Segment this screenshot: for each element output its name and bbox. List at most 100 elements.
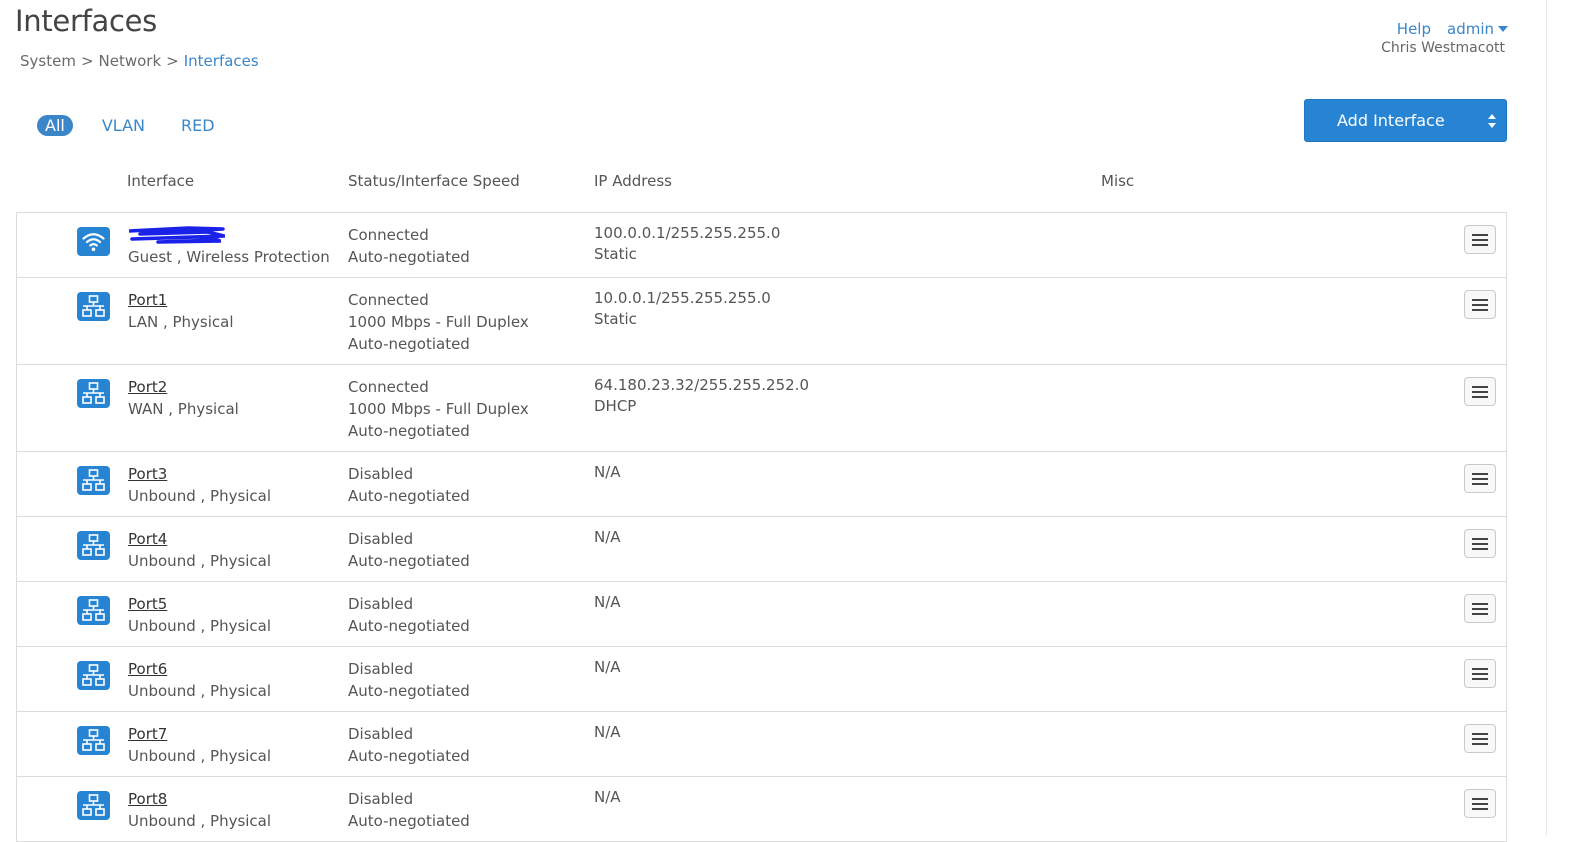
hamburger-icon xyxy=(1472,668,1488,670)
hamburger-icon-bar xyxy=(1472,244,1488,246)
hamburger-icon xyxy=(1472,386,1488,388)
interface-cell: Port1 LAN , Physical xyxy=(128,289,234,333)
network-icon xyxy=(77,292,110,321)
hamburger-icon-bar xyxy=(1472,738,1488,740)
status-cell: Disabled Auto-negotiated xyxy=(348,658,470,702)
row-menu-button[interactable] xyxy=(1464,290,1496,319)
hamburger-icon-bar xyxy=(1472,803,1488,805)
breadcrumb-interfaces[interactable]: Interfaces xyxy=(184,52,259,70)
admin-menu[interactable]: admin xyxy=(1447,20,1508,38)
hamburger-icon-bar xyxy=(1472,543,1488,545)
ip-line: 64.180.23.32/255.255.252.0 xyxy=(594,376,809,394)
table-row: Guest , Wireless Protection Connected Auto… xyxy=(17,213,1506,278)
column-header-ip[interactable]: IP Address xyxy=(594,172,672,190)
admin-menu-label: admin xyxy=(1447,20,1494,38)
interface-cell: Port3 Unbound , Physical xyxy=(128,463,271,507)
interface-detail: Unbound , Physical xyxy=(128,487,272,505)
ip-line: Static xyxy=(594,310,637,328)
filter-tab-vlan[interactable]: VLAN xyxy=(102,116,145,135)
interface-name-link[interactable]: Port3 xyxy=(128,463,271,485)
hamburger-icon-bar xyxy=(1472,478,1488,480)
filter-tab-red[interactable]: RED xyxy=(181,116,215,135)
caret-down-icon xyxy=(1498,26,1508,32)
ip-line: 100.0.0.1/255.255.255.0 xyxy=(594,224,781,242)
breadcrumb-network[interactable]: Network xyxy=(99,52,162,70)
interface-name-link[interactable]: Port6 xyxy=(128,658,271,680)
interface-cell: Port8 Unbound , Physical xyxy=(128,788,271,832)
row-menu-button[interactable] xyxy=(1464,464,1496,493)
help-link[interactable]: Help xyxy=(1397,20,1431,38)
status-line: Disabled xyxy=(348,725,414,743)
ip-cell: N/A xyxy=(594,527,621,548)
hamburger-icon-bar xyxy=(1472,678,1488,680)
network-icon xyxy=(77,596,110,625)
row-menu-button[interactable] xyxy=(1464,659,1496,688)
status-line: Auto-negotiated xyxy=(348,617,470,635)
hamburger-icon xyxy=(1472,798,1488,800)
interface-name-link[interactable]: Port7 xyxy=(128,723,271,745)
ip-line: N/A xyxy=(594,658,621,676)
redacted-interface-name[interactable] xyxy=(128,226,225,244)
ip-cell: 10.0.0.1/255.255.255.0 Static xyxy=(594,288,771,330)
table-row: Port3 Unbound , Physical Disabled Auto-nego… xyxy=(17,452,1506,517)
interface-name-link[interactable]: Port1 xyxy=(128,289,234,311)
top-right-menu: Help admin Chris Westmacott xyxy=(1381,20,1508,56)
ip-line: N/A xyxy=(594,528,621,546)
scrollbar-track[interactable] xyxy=(1546,0,1547,836)
table-row: Port4 Unbound , Physical Disabled Auto-nego… xyxy=(17,517,1506,582)
interface-cell: Port4 Unbound , Physical xyxy=(128,528,271,572)
status-cell: Disabled Auto-negotiated xyxy=(348,723,470,767)
hamburger-icon xyxy=(1472,538,1488,540)
status-line: Auto-negotiated xyxy=(348,248,470,266)
table-row: Port8 Unbound , Physical Disabled Auto-nego… xyxy=(17,777,1506,842)
status-line: Disabled xyxy=(348,790,414,808)
interface-name-link[interactable]: Port4 xyxy=(128,528,271,550)
hamburger-icon-bar xyxy=(1472,613,1488,615)
table-row: Port1 LAN , Physical Connected 1000 Mbps - … xyxy=(17,278,1506,365)
status-line: Connected xyxy=(348,378,429,396)
ip-line: N/A xyxy=(594,723,621,741)
user-name: Chris Westmacott xyxy=(1381,40,1505,56)
interface-name-link[interactable]: Port5 xyxy=(128,593,271,615)
interface-cell: Port2 WAN , Physical xyxy=(128,376,239,420)
wifi-icon xyxy=(77,227,110,256)
interface-name-link[interactable]: Port8 xyxy=(128,788,271,810)
row-menu-button[interactable] xyxy=(1464,724,1496,753)
table-row: Port5 Unbound , Physical Disabled Auto-nego… xyxy=(17,582,1506,647)
status-line: Auto-negotiated xyxy=(348,552,470,570)
column-header-status[interactable]: Status/Interface Speed xyxy=(348,172,520,190)
hamburger-icon-bar xyxy=(1472,391,1488,393)
hamburger-icon-bar xyxy=(1472,608,1488,610)
column-header-interface[interactable]: Interface xyxy=(127,172,194,190)
interface-name-link[interactable]: Port2 xyxy=(128,376,239,398)
network-icon xyxy=(77,726,110,755)
row-menu-button[interactable] xyxy=(1464,594,1496,623)
hamburger-icon xyxy=(1472,473,1488,475)
breadcrumb-separator: > xyxy=(166,52,179,70)
network-icon xyxy=(77,791,110,820)
hamburger-icon xyxy=(1472,603,1488,605)
ip-cell: 64.180.23.32/255.255.252.0 DHCP xyxy=(594,375,809,417)
row-menu-button[interactable] xyxy=(1464,789,1496,818)
status-line: Connected xyxy=(348,226,429,244)
breadcrumb-system[interactable]: System xyxy=(20,52,76,70)
status-cell: Connected 1000 Mbps - Full Duplex Auto-neg… xyxy=(348,376,529,442)
hamburger-icon-bar xyxy=(1472,483,1488,485)
filter-tab-all[interactable]: All xyxy=(37,115,73,136)
add-interface-button[interactable]: Add Interface xyxy=(1304,99,1507,142)
ip-line: N/A xyxy=(594,463,621,481)
status-cell: Connected 1000 Mbps - Full Duplex Auto-neg… xyxy=(348,289,529,355)
row-menu-button[interactable] xyxy=(1464,225,1496,254)
interface-cell: Port6 Unbound , Physical xyxy=(128,658,271,702)
interface-cell: Port7 Unbound , Physical xyxy=(128,723,271,767)
network-icon xyxy=(77,661,110,690)
status-line: Auto-negotiated xyxy=(348,335,470,353)
hamburger-icon-bar xyxy=(1472,304,1488,306)
table-row: Port2 WAN , Physical Connected 1000 Mbps - … xyxy=(17,365,1506,452)
status-line: 1000 Mbps - Full Duplex xyxy=(348,400,529,418)
column-header-misc[interactable]: Misc xyxy=(1101,172,1134,190)
ip-line: Static xyxy=(594,245,637,263)
status-cell: Disabled Auto-negotiated xyxy=(348,463,470,507)
row-menu-button[interactable] xyxy=(1464,529,1496,558)
row-menu-button[interactable] xyxy=(1464,377,1496,406)
